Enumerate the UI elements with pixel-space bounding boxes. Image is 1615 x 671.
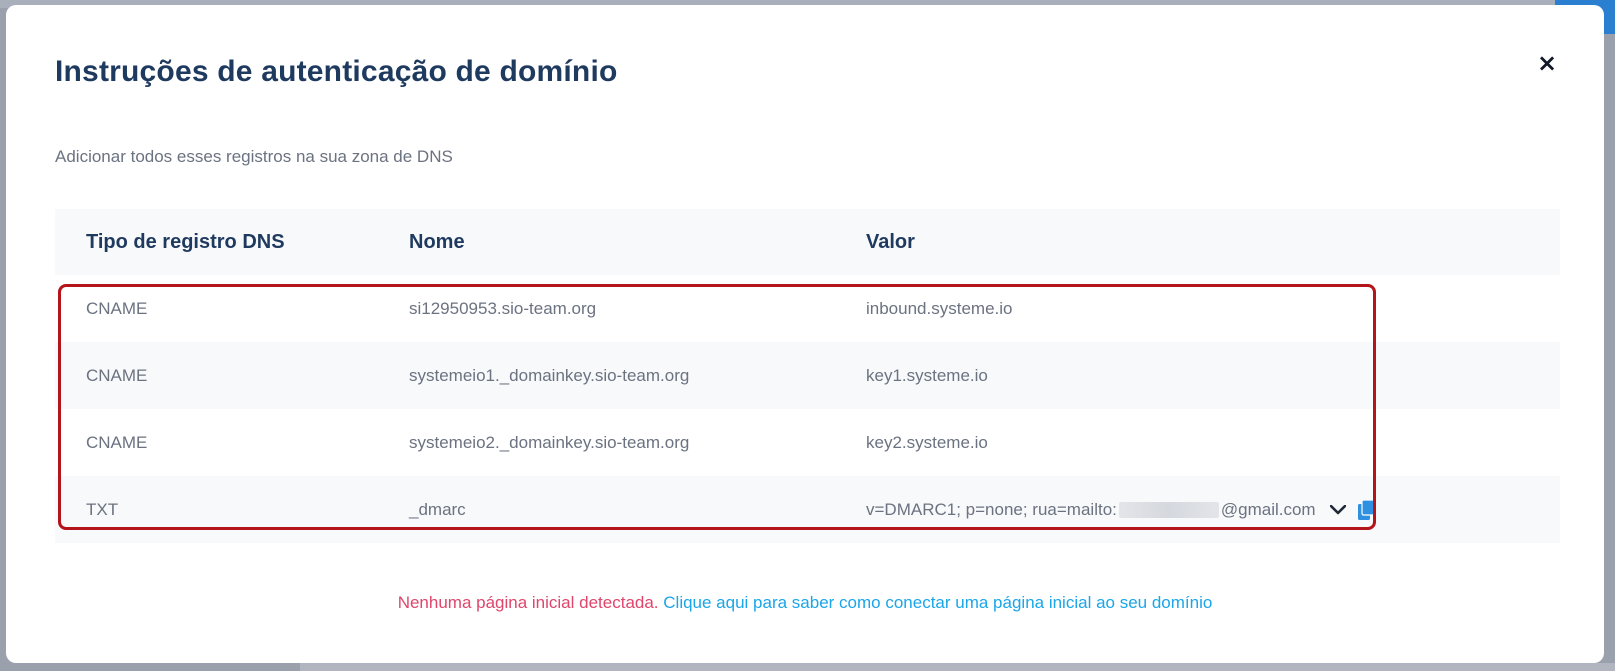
no-homepage-warning: Nenhuma página inicial detectada.: [397, 593, 659, 612]
record-type: CNAME: [86, 432, 148, 452]
modal-title: Instruções de autenticação de domínio: [55, 55, 618, 88]
dmarc-value-suffix: @gmail.com: [1220, 499, 1316, 519]
chevron-down-icon[interactable]: [1328, 500, 1348, 520]
modal-subtitle: Adicionar todos esses registros na sua z…: [55, 147, 453, 166]
redacted-email: [1118, 501, 1219, 518]
record-name: systemeio2._domainkey.sio-team.org: [409, 432, 690, 452]
record-value: key2.systeme.io: [866, 432, 988, 452]
table-header: Tipo de registro DNS Nome Valor: [55, 209, 1560, 275]
header-name: Nome: [409, 230, 465, 253]
dmarc-value-prefix: v=DMARC1; p=none; rua=mailto:: [866, 499, 1117, 519]
header-type: Tipo de registro DNS: [86, 230, 285, 253]
close-icon[interactable]: ×: [1536, 51, 1558, 75]
background-content: [300, 663, 1615, 671]
record-name: si12950953.sio-team.org: [409, 298, 597, 318]
domain-auth-modal: × Instruções de autenticação de domínio …: [6, 5, 1604, 663]
table-row: CNAME systemeio2._domainkey.sio-team.org…: [55, 409, 1560, 476]
copy-icon[interactable]: [1356, 499, 1376, 521]
record-type: CNAME: [86, 365, 148, 385]
record-value: key1.systeme.io: [866, 365, 988, 385]
record-type: TXT: [86, 499, 119, 519]
record-name: _dmarc: [409, 499, 466, 519]
homepage-notice: Nenhuma página inicial detectada. Clique…: [6, 593, 1604, 613]
record-type: CNAME: [86, 298, 148, 318]
header-value: Valor: [866, 230, 915, 253]
record-value: v=DMARC1; p=none; rua=mailto: @gmail.com: [866, 476, 1376, 543]
table-row: CNAME si12950953.sio-team.org inbound.sy…: [55, 275, 1560, 342]
connect-homepage-link[interactable]: Clique aqui para saber como conectar uma…: [663, 593, 1212, 612]
table-row: TXT _dmarc v=DMARC1; p=none; rua=mailto:…: [55, 476, 1560, 543]
record-value: inbound.systeme.io: [866, 298, 1013, 318]
dns-records-table: Tipo de registro DNS Nome Valor CNAME si…: [55, 209, 1560, 543]
record-name: systemeio1._domainkey.sio-team.org: [409, 365, 690, 385]
table-row: CNAME systemeio1._domainkey.sio-team.org…: [55, 342, 1560, 409]
